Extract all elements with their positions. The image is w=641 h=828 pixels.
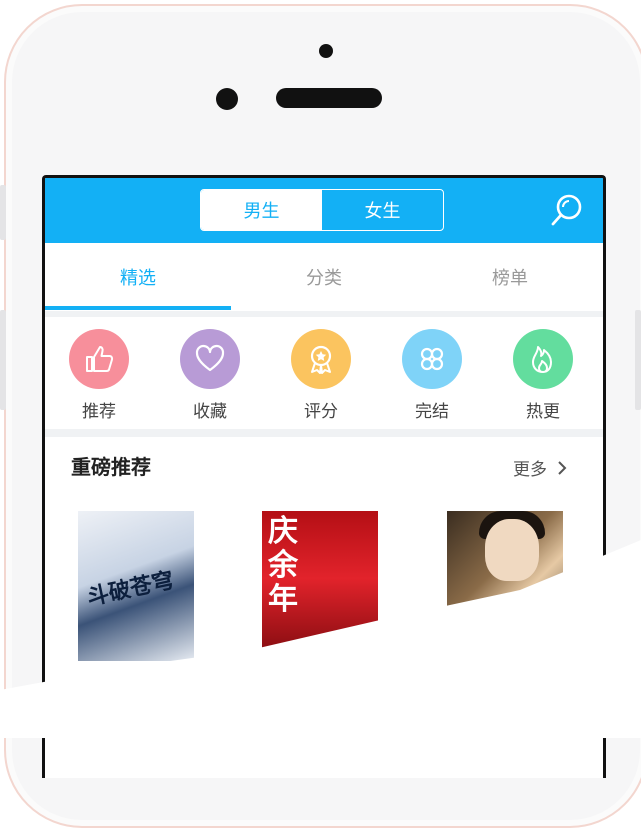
gender-segmented-control: 男生 女生	[200, 189, 444, 231]
tab-featured[interactable]: 精选	[45, 243, 231, 311]
category-label: 推荐	[82, 402, 116, 422]
category-label: 热更	[526, 402, 560, 422]
category-label: 评分	[304, 402, 338, 422]
tab-categories[interactable]: 分类	[231, 243, 417, 311]
app-screen: 男生 女生 精选 分类 榜单 推荐 收藏 评分 完结 热更 重磅推荐 更多 斗破…	[42, 175, 606, 778]
tab-active-indicator	[45, 306, 231, 310]
more-link[interactable]: 更多	[513, 455, 567, 480]
tab-bar: 精选 分类 榜单	[45, 243, 603, 311]
divider	[45, 429, 603, 437]
more-label: 更多	[513, 460, 547, 480]
earpiece-speaker	[276, 88, 382, 108]
flame-icon	[513, 329, 573, 389]
book-cover[interactable]: 斗破苍穹	[78, 511, 194, 661]
thumbs-up-icon	[69, 329, 129, 389]
book-cover-title: 庆余年	[268, 514, 298, 617]
chevron-right-icon	[558, 460, 567, 475]
medal-icon	[291, 329, 351, 389]
category-row: 推荐 收藏 评分 完结 热更	[45, 317, 603, 429]
portrait-face	[485, 519, 539, 581]
tab-rankings[interactable]: 榜单	[417, 243, 603, 311]
volume-button	[0, 310, 6, 410]
front-camera	[319, 44, 333, 58]
power-button	[635, 310, 641, 410]
book-cover[interactable]	[447, 511, 563, 661]
category-completed[interactable]: 完结	[382, 329, 482, 429]
segment-male[interactable]: 男生	[201, 190, 322, 230]
top-bar: 男生 女生	[45, 178, 603, 243]
category-label: 收藏	[193, 402, 227, 422]
book-cover[interactable]: 庆余年	[262, 511, 378, 661]
clover-icon	[402, 329, 462, 389]
book-cover-title: 斗破苍穹	[84, 567, 177, 611]
proximity-sensor	[216, 88, 238, 110]
mute-switch	[0, 185, 6, 240]
section-title: 重磅推荐	[71, 455, 151, 479]
category-rating[interactable]: 评分	[271, 329, 371, 429]
category-recommend[interactable]: 推荐	[49, 329, 149, 429]
search-icon[interactable]	[551, 193, 583, 227]
category-hot-updates[interactable]: 热更	[493, 329, 593, 429]
heart-icon	[180, 329, 240, 389]
segment-female[interactable]: 女生	[322, 190, 443, 230]
category-favorites[interactable]: 收藏	[160, 329, 260, 429]
category-label: 完结	[415, 402, 449, 422]
